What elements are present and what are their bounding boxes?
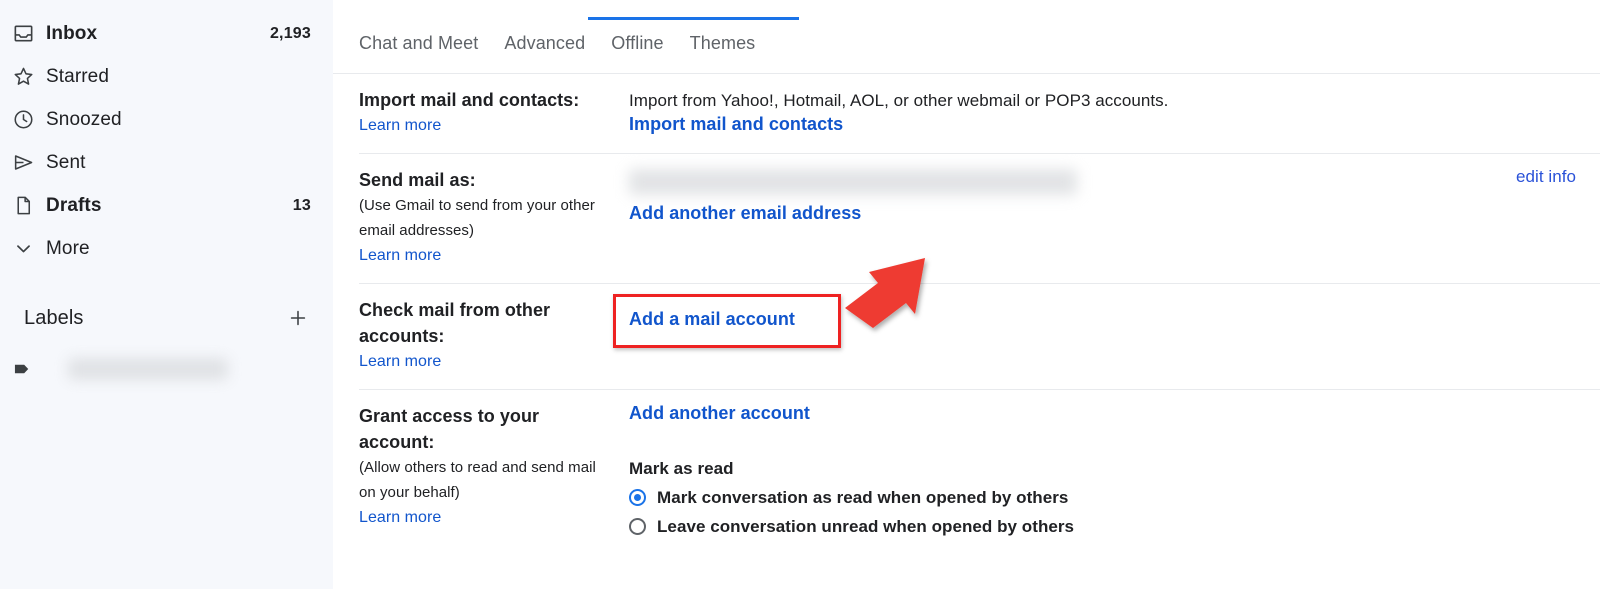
radio-option-leave-unread[interactable]: Leave conversation unread when opened by… — [629, 513, 1410, 540]
send-mail-as-address-redacted — [629, 169, 1077, 195]
edit-info-link[interactable]: edit info — [1516, 167, 1576, 186]
row-body-cell: Import from Yahoo!, Hotmail, AOL, or oth… — [629, 74, 1410, 153]
add-a-mail-account-link[interactable]: Add a mail account — [629, 309, 795, 329]
sidebar-item-drafts[interactable]: Drafts 13 — [0, 184, 333, 227]
draft-icon — [0, 194, 46, 217]
grant-access-note: (Allow others to read and send mail on y… — [359, 459, 596, 501]
grant-access-label: Grant access to your account: — [359, 406, 540, 452]
inbox-icon — [0, 22, 46, 45]
send-mail-as-learn-more-link[interactable]: Learn more — [359, 247, 441, 264]
row-label-cell: Check mail from other accounts: Learn mo… — [359, 284, 629, 389]
row-body-cell: Add a mail account — [629, 284, 1410, 389]
send-mail-as-note: (Use Gmail to send from your other email… — [359, 197, 595, 239]
chevron-down-icon — [0, 237, 46, 260]
sidebar: Inbox 2,193 Starred Snoozed Sent Drafts … — [0, 0, 333, 589]
sidebar-item-count: 2,193 — [269, 24, 311, 42]
labels-title: Labels — [24, 306, 84, 329]
sidebar-item-sent[interactable]: Sent — [0, 141, 333, 184]
row-label-cell: Import mail and contacts: Learn more — [359, 74, 629, 153]
settings-row-send-mail-as: Send mail as: (Use Gmail to send from yo… — [359, 153, 1600, 283]
row-label-cell: Grant access to your account: (Allow oth… — [359, 390, 629, 554]
sidebar-item-starred[interactable]: Starred — [0, 55, 333, 98]
row-body-cell: Add another account Mark as read Mark co… — [629, 390, 1410, 554]
row-right-cell — [1410, 390, 1600, 554]
send-mail-as-label: Send mail as: — [359, 170, 476, 190]
row-right-cell — [1410, 284, 1600, 389]
row-right-cell: edit info — [1410, 154, 1600, 283]
gmail-settings-accounts-screen: Inbox 2,193 Starred Snoozed Sent Drafts … — [0, 0, 1600, 589]
label-tag-icon — [0, 358, 46, 380]
import-description: Import from Yahoo!, Hotmail, AOL, or oth… — [629, 91, 1169, 110]
labels-section-header: Labels — [0, 294, 333, 342]
sidebar-item-more[interactable]: More — [0, 227, 333, 270]
sidebar-item-label: Inbox — [46, 22, 98, 44]
row-label-cell: Send mail as: (Use Gmail to send from yo… — [359, 154, 629, 283]
settings-table: Import mail and contacts: Learn more Imp… — [333, 74, 1600, 554]
import-learn-more-link[interactable]: Learn more — [359, 117, 441, 134]
star-icon — [0, 65, 46, 88]
active-tab-indicator — [588, 17, 799, 20]
radio-button-unselected[interactable] — [629, 518, 646, 535]
settings-row-grant-access: Grant access to your account: (Allow oth… — [359, 389, 1600, 554]
row-body-cell: Add another email address — [629, 154, 1410, 283]
tab-themes[interactable]: Themes — [690, 33, 782, 54]
sidebar-item-label: Sent — [46, 151, 86, 173]
row-right-cell — [1410, 74, 1600, 153]
sidebar-item-snoozed[interactable]: Snoozed — [0, 98, 333, 141]
sidebar-item-inbox[interactable]: Inbox 2,193 — [0, 12, 333, 55]
sidebar-item-label: Starred — [46, 65, 110, 87]
radio-label: Leave conversation unread when opened by… — [657, 516, 1075, 536]
tab-advanced[interactable]: Advanced — [504, 33, 611, 54]
import-label: Import mail and contacts: — [359, 90, 580, 110]
tab-list: Chat and Meet Advanced Offline Themes — [359, 33, 781, 54]
mark-as-read-title: Mark as read — [629, 459, 734, 478]
list-item[interactable] — [0, 348, 333, 390]
main-content: Chat and Meet Advanced Offline Themes Im… — [333, 0, 1600, 589]
check-mail-label: Check mail from other accounts: — [359, 300, 551, 346]
add-another-account-link[interactable]: Add another account — [629, 403, 810, 423]
tab-offline[interactable]: Offline — [611, 33, 689, 54]
sidebar-item-label: Drafts — [46, 194, 102, 216]
sidebar-item-count: 13 — [292, 196, 311, 214]
tab-chat-and-meet[interactable]: Chat and Meet — [359, 33, 504, 54]
settings-row-import: Import mail and contacts: Learn more Imp… — [359, 74, 1600, 153]
settings-row-check-mail: Check mail from other accounts: Learn mo… — [359, 283, 1600, 389]
import-mail-and-contacts-link[interactable]: Import mail and contacts — [629, 114, 843, 134]
send-icon — [0, 151, 46, 174]
plus-icon[interactable] — [285, 305, 311, 331]
radio-button-selected[interactable] — [629, 489, 646, 506]
add-another-email-address-link[interactable]: Add another email address — [629, 203, 861, 223]
radio-option-mark-read[interactable]: Mark conversation as read when opened by… — [629, 484, 1410, 511]
sidebar-item-label: More — [46, 237, 90, 259]
clock-icon — [0, 108, 46, 131]
check-mail-learn-more-link[interactable]: Learn more — [359, 353, 441, 370]
sidebar-item-label: Snoozed — [46, 108, 122, 130]
grant-access-learn-more-link[interactable]: Learn more — [359, 509, 441, 526]
label-name-redacted — [68, 358, 228, 380]
radio-label: Mark conversation as read when opened by… — [657, 487, 1069, 507]
settings-tabstrip: Chat and Meet Advanced Offline Themes — [333, 0, 1600, 74]
